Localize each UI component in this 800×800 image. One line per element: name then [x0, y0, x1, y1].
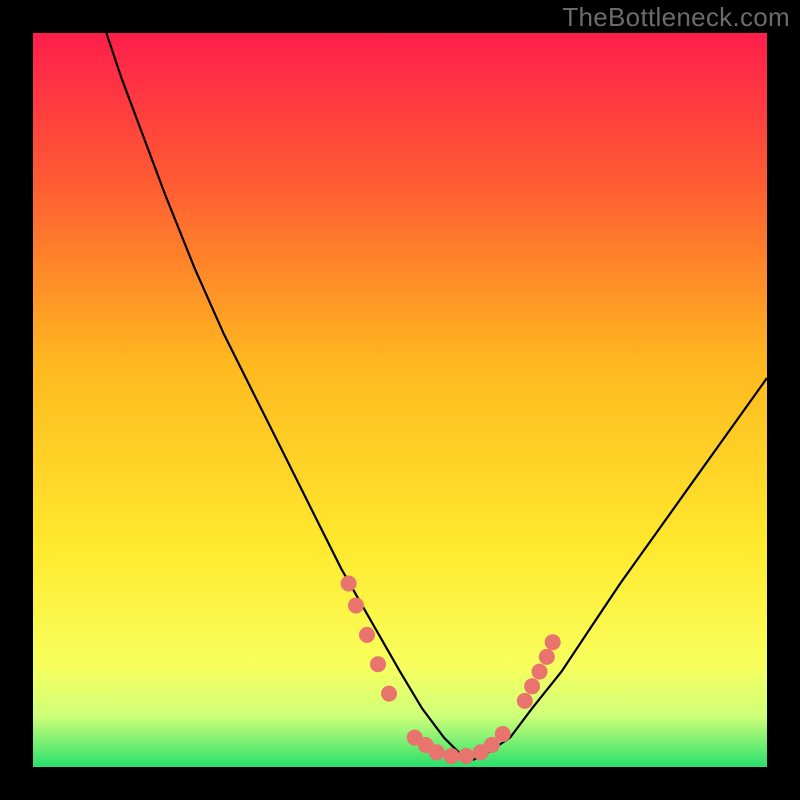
highlight-marker [545, 634, 561, 650]
highlight-marker [370, 656, 386, 672]
chart-plot-area [33, 33, 767, 767]
highlight-marker [517, 693, 533, 709]
highlight-marker [524, 678, 540, 694]
highlight-marker [348, 598, 364, 614]
highlight-marker [495, 726, 511, 742]
watermark-text: TheBottleneck.com [562, 2, 790, 33]
highlight-marker [532, 664, 548, 680]
highlight-marker [539, 649, 555, 665]
chart-background [33, 33, 767, 767]
highlight-marker [429, 744, 445, 760]
highlight-marker [341, 576, 357, 592]
highlight-marker [443, 748, 459, 764]
chart-frame: TheBottleneck.com [0, 0, 800, 800]
highlight-marker [381, 686, 397, 702]
highlight-marker [458, 748, 474, 764]
chart-svg [33, 33, 767, 767]
highlight-marker [359, 627, 375, 643]
